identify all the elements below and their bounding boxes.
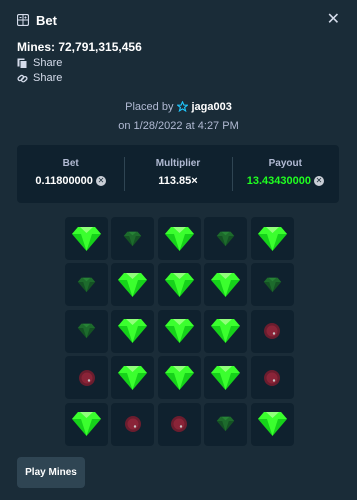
gem-unrevealed-icon [216, 231, 235, 247]
multiplier-label: Multiplier [155, 158, 201, 169]
board-tile [204, 217, 248, 260]
gem-icon [164, 318, 195, 344]
bet-label: Bet [62, 158, 79, 169]
copy-icon [17, 58, 28, 69]
share-label: Share [33, 72, 63, 84]
mine-unrevealed-icon [77, 368, 97, 388]
share-link-copy[interactable]: Share [17, 57, 62, 69]
multiplier-value: 113.85× [158, 175, 198, 187]
bet-value: 0.11800000 [35, 175, 93, 187]
board-tile [65, 402, 108, 446]
payout-value: 13.43430000 [246, 175, 311, 187]
mine-unrevealed-icon [123, 414, 143, 434]
payout-label: Payout [268, 158, 302, 169]
gem-unrevealed-icon [216, 416, 235, 432]
play-mines-button[interactable]: Play Mines [17, 457, 85, 488]
board-tile [157, 263, 201, 307]
close-icon[interactable]: ✕ [327, 12, 340, 28]
gem-icon [164, 365, 195, 391]
multiplier-value-row: 113.85× [124, 175, 231, 187]
multiplier-stat: Multiplier 113.85× [124, 145, 231, 203]
placed-by-line: Placed by jaga003 [0, 101, 357, 113]
mine-unrevealed-icon [169, 414, 189, 434]
mine-unrevealed-icon [262, 321, 282, 341]
board-tile [65, 217, 108, 260]
gem-icon [71, 226, 102, 252]
board-tile [157, 217, 201, 260]
board-tile [250, 402, 294, 446]
board-tile [250, 217, 294, 260]
username-link[interactable]: jaga003 [191, 101, 231, 113]
gem-icon [210, 272, 241, 298]
bet-stats-panel: Bet 0.11800000 ✕ Multiplier 113.85× Payo… [17, 145, 339, 203]
board-tile [111, 402, 155, 446]
star-icon [177, 101, 189, 112]
gem-icon [257, 411, 288, 437]
board-tile [65, 309, 108, 353]
mines-board [65, 217, 294, 446]
gem-icon [164, 226, 195, 252]
coin-icon: ✕ [95, 176, 106, 186]
board-tile [204, 402, 248, 446]
board-tile [250, 309, 294, 353]
board-tile [204, 309, 248, 353]
bet-stat: Bet 0.11800000 ✕ [17, 145, 124, 203]
gem-unrevealed-icon [77, 323, 96, 339]
board-tile [204, 356, 248, 400]
share-label: Share [33, 57, 63, 69]
gem-icon [117, 272, 148, 298]
modal-title: Bet [36, 12, 57, 28]
board-tile [250, 356, 294, 400]
board-tile [157, 402, 201, 446]
gem-unrevealed-icon [77, 277, 96, 293]
gem-icon [257, 226, 288, 252]
board-tile [65, 356, 108, 400]
modal-header: Bet ✕ [0, 0, 357, 40]
board-tile [157, 356, 201, 400]
payout-stat: Payout 13.43430000 ✕ [231, 145, 339, 203]
bet-date: on 1/28/2022 at 4:27 PM [118, 120, 239, 132]
board-tile [111, 263, 155, 307]
gem-unrevealed-icon [124, 231, 143, 247]
gem-icon [210, 318, 241, 344]
mines-count-label: Mines: 72,791,315,456 [17, 40, 142, 54]
link-icon [17, 74, 28, 82]
board-tile [111, 356, 155, 400]
gem-icon [210, 365, 241, 391]
gem-icon [117, 365, 148, 391]
board-tile [157, 309, 201, 353]
gem-icon [117, 318, 148, 344]
gem-icon [164, 272, 195, 298]
coin-icon: ✕ [313, 176, 324, 186]
board-tile [111, 217, 155, 260]
board-tile [204, 263, 248, 307]
gem-unrevealed-icon [263, 277, 282, 293]
share-link-url[interactable]: Share [17, 72, 62, 84]
board-tile [65, 263, 108, 307]
board-tile [111, 309, 155, 353]
gem-icon [71, 411, 102, 437]
placed-by-label: Placed by [125, 101, 174, 113]
bet-value-row: 0.11800000 ✕ [17, 175, 124, 187]
mine-unrevealed-icon [262, 368, 282, 388]
payout-value-row: 13.43430000 ✕ [232, 175, 339, 187]
bet-icon [17, 14, 29, 26]
board-tile [250, 263, 294, 307]
